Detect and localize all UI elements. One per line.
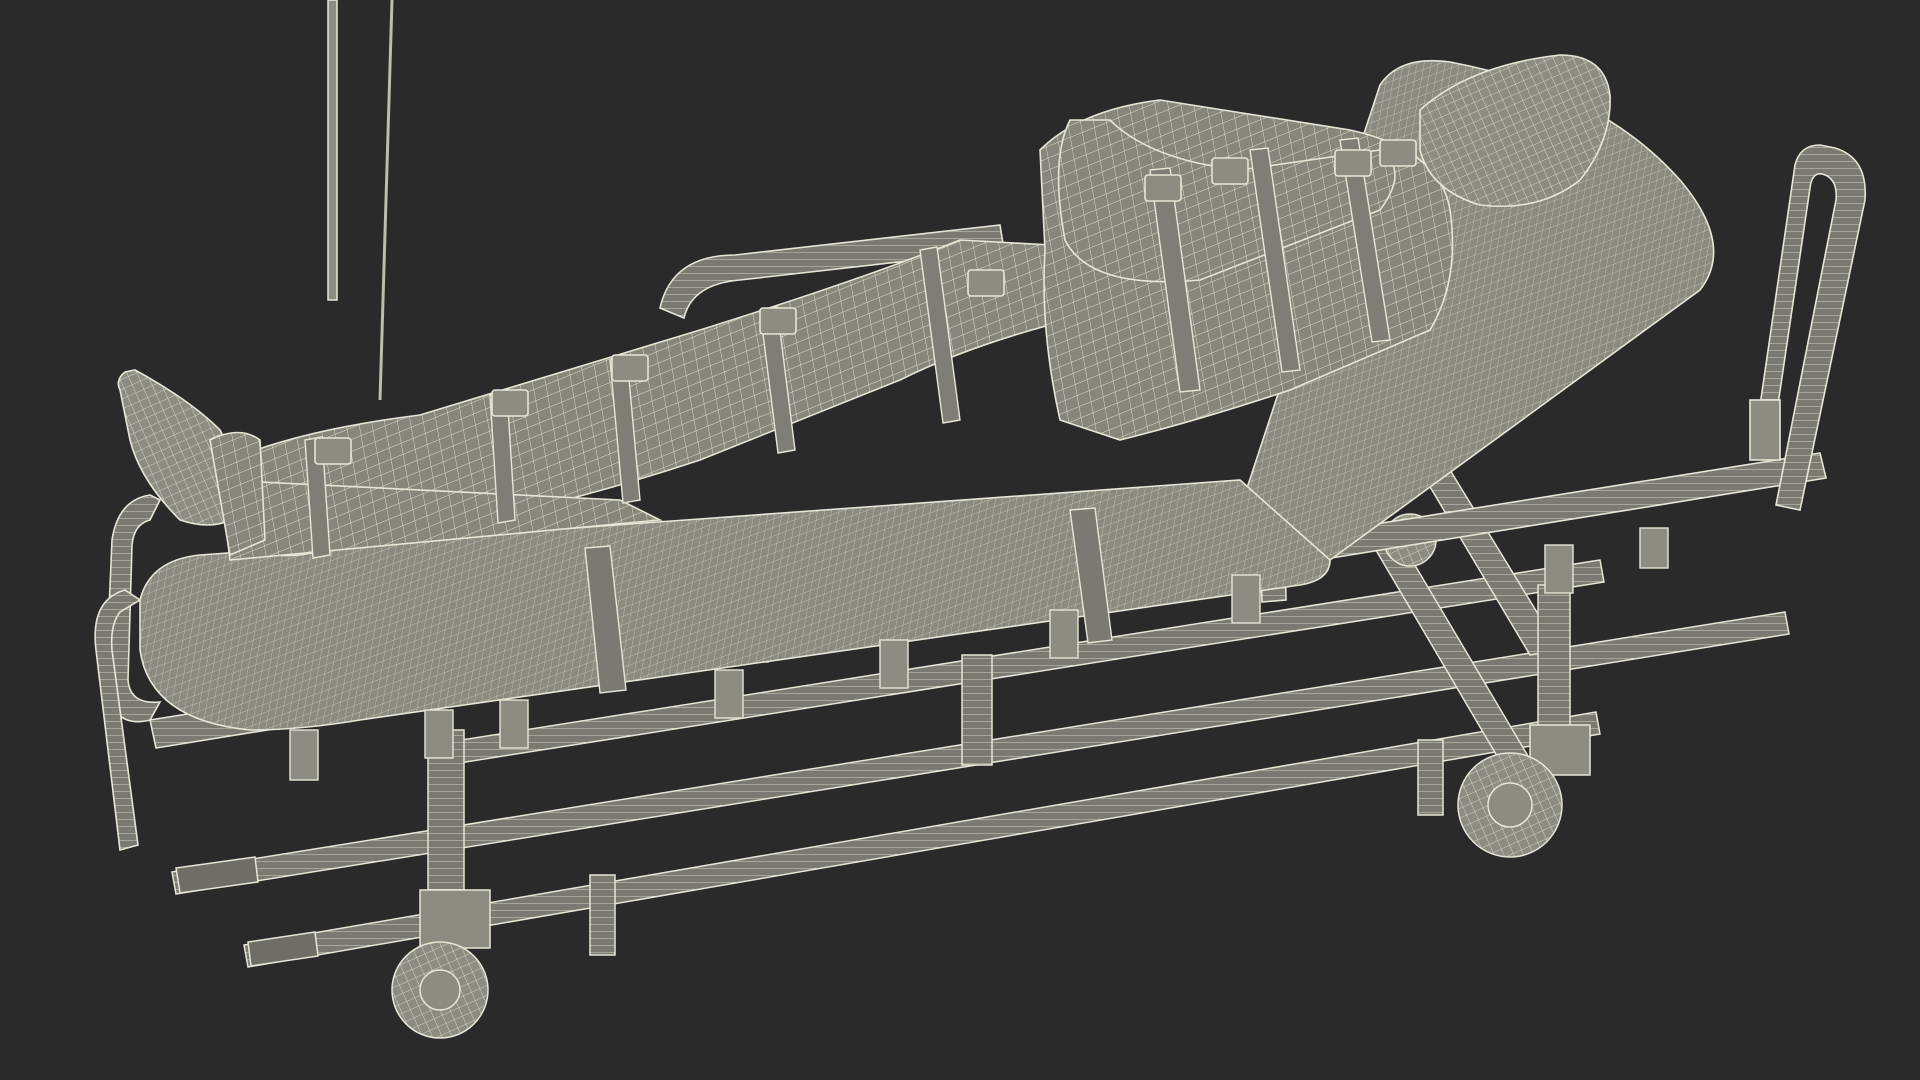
render-viewport: [0, 0, 1920, 1080]
wireframe-scene: [0, 0, 1920, 1080]
